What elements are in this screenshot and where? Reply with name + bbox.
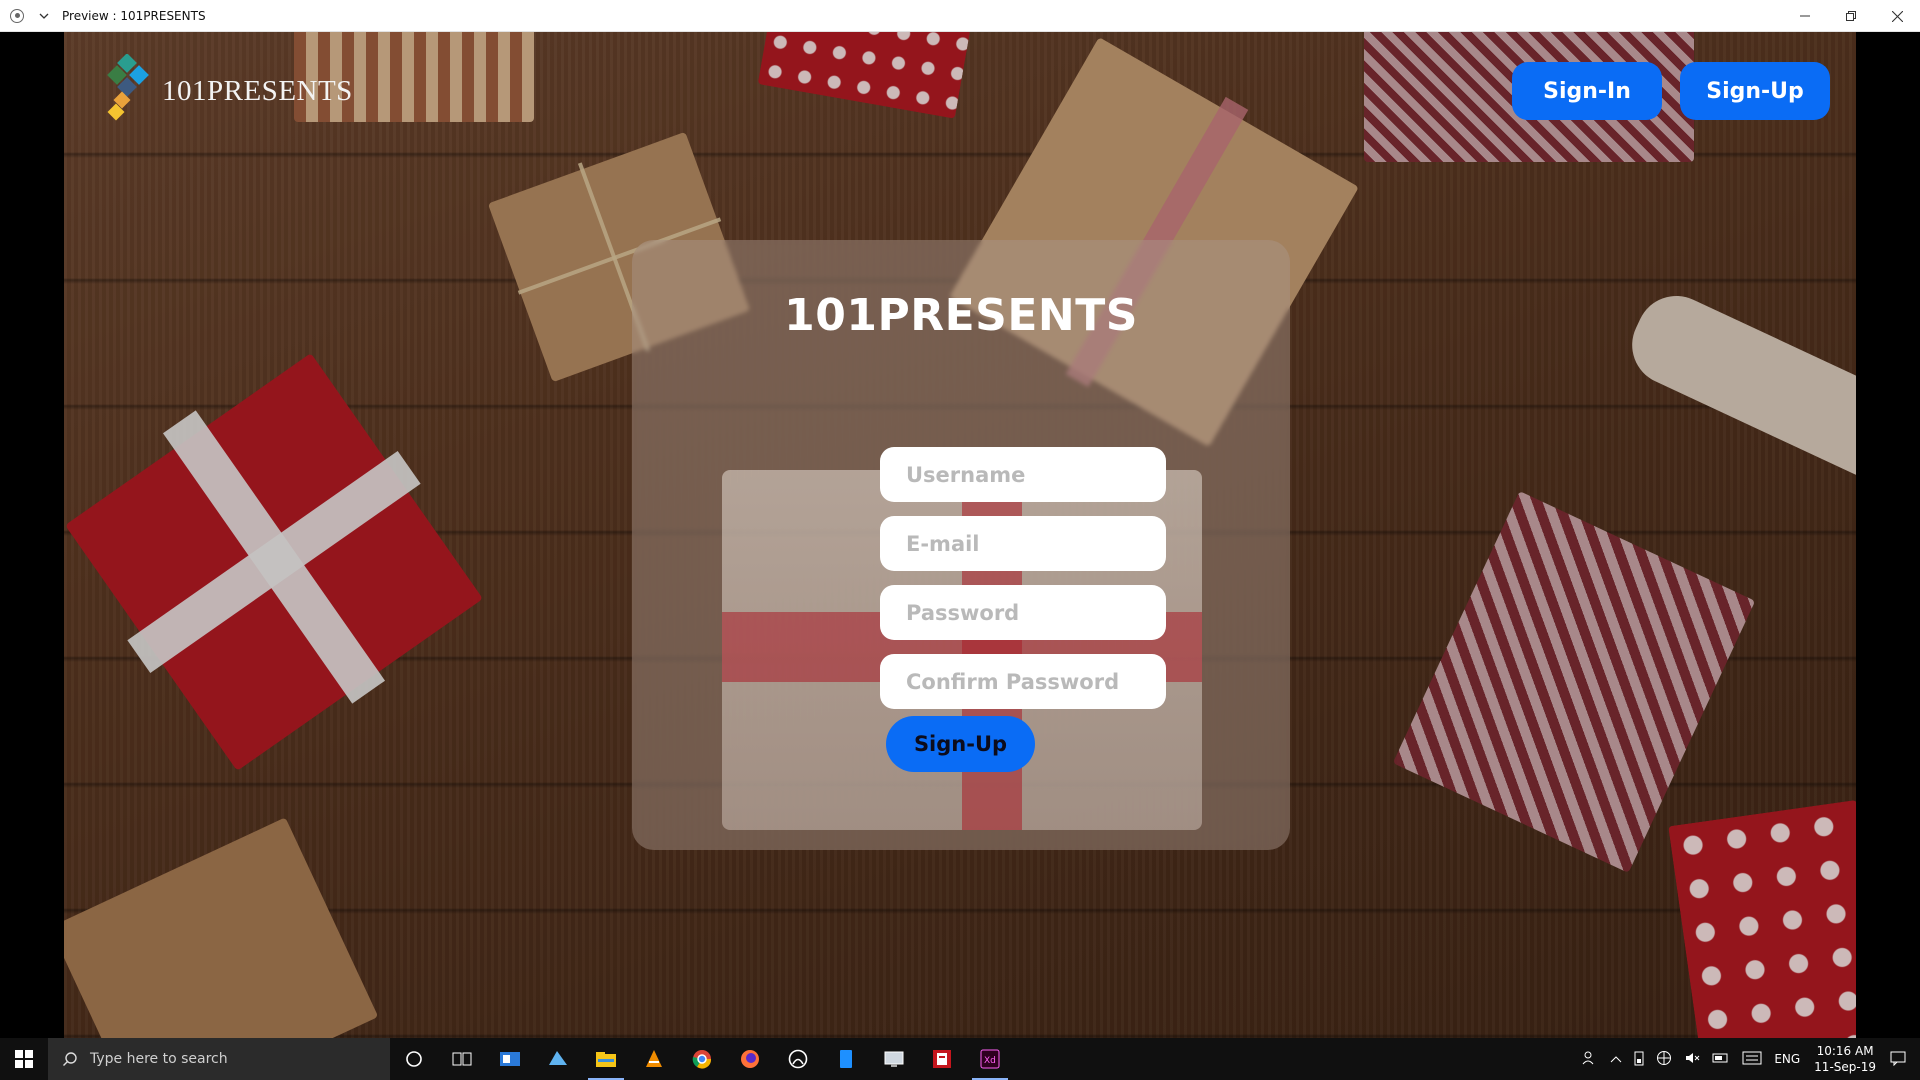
window-titlebar: Preview : 101PRESENTS bbox=[0, 0, 1920, 32]
keyboard-icon[interactable] bbox=[1742, 1051, 1762, 1068]
battery-icon[interactable] bbox=[1634, 1050, 1644, 1069]
system-tray: ENG 10:16 AM 11-Sep-19 bbox=[1576, 1038, 1920, 1080]
network-icon[interactable] bbox=[1656, 1050, 1672, 1069]
email-input[interactable] bbox=[880, 516, 1166, 571]
firefox-icon[interactable] bbox=[726, 1038, 774, 1080]
password-input[interactable] bbox=[880, 585, 1166, 640]
form-title: 101PRESENTS bbox=[784, 290, 1138, 341]
power-icon[interactable] bbox=[1712, 1052, 1730, 1067]
logo-text: 101PRESENTS bbox=[162, 74, 353, 107]
file-explorer-icon[interactable] bbox=[582, 1038, 630, 1080]
readability-icon[interactable] bbox=[918, 1038, 966, 1080]
xbox-icon[interactable] bbox=[774, 1038, 822, 1080]
clock[interactable]: 10:16 AM 11-Sep-19 bbox=[1814, 1043, 1876, 1075]
clock-time: 10:16 AM bbox=[1816, 1044, 1874, 1058]
brand-logo[interactable]: 101PRESENTS bbox=[106, 53, 353, 124]
search-placeholder: Type here to search bbox=[90, 1051, 228, 1067]
signin-button[interactable]: Sign-In bbox=[1512, 62, 1662, 120]
task-view-icon[interactable] bbox=[438, 1038, 486, 1080]
adobe-xd-icon[interactable]: Xd bbox=[966, 1038, 1014, 1080]
chrome-icon[interactable] bbox=[678, 1038, 726, 1080]
chevron-down-icon[interactable] bbox=[36, 8, 52, 24]
outlook-icon[interactable] bbox=[486, 1038, 534, 1080]
people-icon[interactable] bbox=[1582, 1050, 1598, 1069]
record-icon bbox=[10, 8, 24, 23]
restore-icon[interactable] bbox=[1828, 0, 1874, 32]
taskbar: Type here to search Xd ENG 10:16 AM 11-S… bbox=[0, 1038, 1920, 1080]
username-input[interactable] bbox=[880, 447, 1166, 502]
app-canvas: 101PRESENTS Sign-In Sign-Up 101PRESENTS … bbox=[64, 32, 1856, 1038]
chevron-up-icon[interactable] bbox=[1610, 1052, 1622, 1066]
logo-icon bbox=[106, 53, 158, 124]
signup-nav-button[interactable]: Sign-Up bbox=[1680, 62, 1830, 120]
azure-icon[interactable] bbox=[534, 1038, 582, 1080]
confirm-password-input[interactable] bbox=[880, 654, 1166, 709]
phone-icon[interactable] bbox=[822, 1038, 870, 1080]
minimize-icon[interactable] bbox=[1782, 0, 1828, 32]
volume-muted-icon[interactable] bbox=[1684, 1050, 1700, 1069]
vlc-icon[interactable] bbox=[630, 1038, 678, 1080]
clock-date: 11-Sep-19 bbox=[1814, 1060, 1876, 1074]
language-indicator[interactable]: ENG bbox=[1774, 1052, 1800, 1066]
remote-desktop-icon[interactable] bbox=[870, 1038, 918, 1080]
close-icon[interactable] bbox=[1874, 0, 1920, 32]
search-icon bbox=[63, 1052, 77, 1066]
taskbar-search-box[interactable]: Type here to search bbox=[48, 1038, 390, 1080]
signup-submit-button[interactable]: Sign-Up bbox=[886, 716, 1035, 772]
window-title: Preview : 101PRESENTS bbox=[62, 8, 206, 23]
windows-start-icon[interactable] bbox=[0, 1038, 48, 1080]
cortana-icon[interactable] bbox=[390, 1038, 438, 1080]
notifications-icon[interactable] bbox=[1890, 1050, 1906, 1069]
svg-text:Xd: Xd bbox=[984, 1056, 996, 1066]
